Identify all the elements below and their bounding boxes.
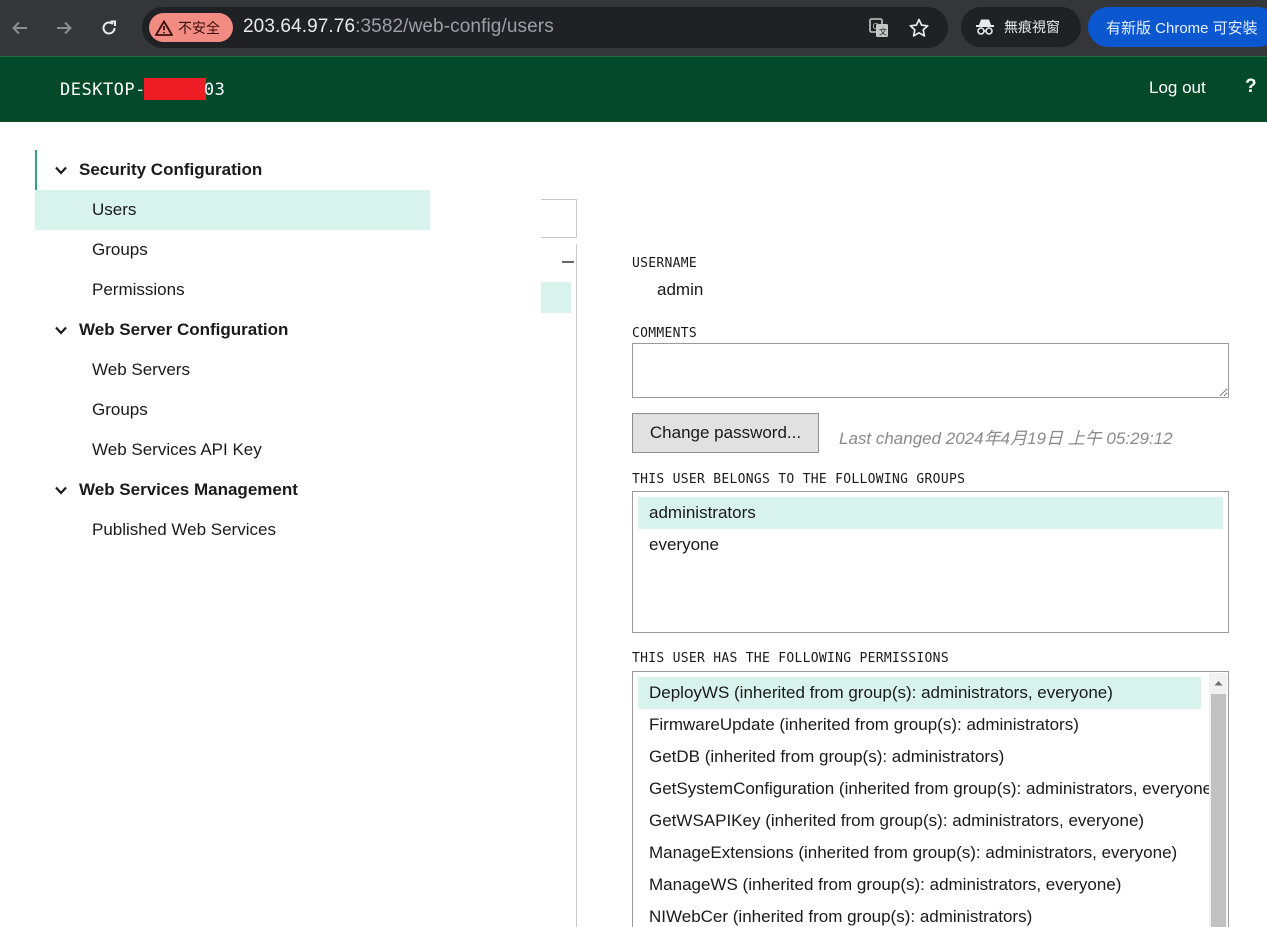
permission-item[interactable]: GetSystemConfiguration (inherited from g… — [638, 773, 1218, 805]
sidebar-item-web-servers[interactable]: Web Servers — [35, 350, 430, 390]
svg-text:G: G — [873, 22, 879, 31]
back-button[interactable] — [5, 13, 35, 43]
sidebar-item-web-services-api-key[interactable]: Web Services API Key — [35, 430, 430, 470]
warning-icon — [155, 19, 173, 36]
username-label: USERNAME — [632, 256, 698, 271]
redaction-bar — [143, 78, 206, 100]
host-suffix: 03 — [203, 80, 226, 100]
section-title: Web Server Configuration — [79, 320, 289, 339]
group-item-administrators[interactable]: administrators — [638, 497, 1223, 529]
section-title: Security Configuration — [79, 160, 263, 179]
reload-button[interactable] — [94, 13, 124, 43]
username-value: admin — [657, 280, 704, 299]
chevron-down-icon — [55, 486, 79, 495]
arrow-left-icon — [12, 21, 27, 35]
arrow-right-icon — [57, 21, 72, 35]
chevron-down-icon — [55, 326, 79, 335]
group-item-everyone[interactable]: everyone — [638, 529, 1223, 561]
permissions-scrollbar[interactable] — [1209, 673, 1227, 927]
remove-user-icon[interactable] — [562, 261, 574, 263]
sidebar-item-users[interactable]: Users — [35, 190, 430, 230]
chrome-update-button[interactable]: 有新版 Chrome 可安裝 — [1088, 7, 1267, 47]
user-search-input[interactable] — [541, 199, 577, 238]
url-path: :3582/web-config/users — [355, 16, 554, 37]
bookmark-button[interactable] — [907, 16, 931, 40]
host-name: DESKTOP- 03 — [60, 78, 225, 100]
not-secure-chip[interactable]: 不安全 — [149, 13, 233, 42]
translate-icon: G文 — [869, 18, 888, 37]
permission-item[interactable]: GetDB (inherited from group(s): administ… — [638, 741, 1201, 773]
permission-item[interactable]: DeployWS (inherited from group(s): admin… — [638, 677, 1201, 709]
comments-label: COMMENTS — [632, 326, 698, 341]
help-button[interactable]: ? — [1245, 76, 1257, 98]
incognito-icon — [976, 19, 994, 35]
url-text[interactable]: 203.64.97.76:3582/web-config/users — [243, 16, 554, 38]
permission-item[interactable]: GetWSAPIKey (inherited from group(s): ad… — [638, 805, 1201, 837]
translate-button[interactable]: G文 — [867, 16, 891, 40]
star-icon — [909, 18, 929, 37]
reload-icon — [102, 20, 116, 35]
active-section-accent — [35, 150, 37, 190]
comments-field[interactable] — [632, 343, 1229, 398]
selected-user-row[interactable] — [541, 282, 571, 313]
sidebar-item-security-groups[interactable]: Groups — [35, 230, 430, 270]
address-bar[interactable]: 不安全 203.64.97.76:3582/web-config/users G… — [142, 7, 948, 48]
sidebar-nav: Security Configuration Users Groups Perm… — [35, 150, 430, 550]
not-secure-label: 不安全 — [178, 19, 220, 36]
permission-item[interactable]: ManageWS (inherited from group(s): admin… — [638, 869, 1201, 901]
permission-item[interactable]: FirmwareUpdate (inherited from group(s):… — [638, 709, 1201, 741]
logout-link[interactable]: Log out — [1149, 78, 1206, 98]
app-header: DESKTOP- 03 Log out ? — [0, 56, 1267, 122]
browser-toolbar: 不安全 203.64.97.76:3582/web-config/users G… — [0, 0, 1267, 56]
sidebar-item-server-groups[interactable]: Groups — [35, 390, 430, 430]
panel-divider — [576, 244, 577, 927]
scroll-up-arrow-icon[interactable] — [1209, 673, 1227, 693]
last-changed-text: Last changed 2024年4月19日 上午 05:29:12 — [839, 429, 1173, 448]
chevron-down-icon — [55, 166, 79, 175]
sidebar-item-permissions[interactable]: Permissions — [35, 270, 430, 310]
change-password-button[interactable]: Change password... — [632, 413, 819, 453]
permission-item[interactable]: ManageExtensions (inherited from group(s… — [638, 837, 1201, 869]
scrollbar-thumb[interactable] — [1211, 694, 1226, 927]
permission-item[interactable]: NIWebCer (inherited from group(s): admin… — [638, 901, 1201, 927]
section-title: Web Services Management — [79, 480, 298, 499]
permissions-listbox[interactable]: DeployWS (inherited from group(s): admin… — [632, 671, 1229, 927]
sidebar-item-published-web-services[interactable]: Published Web Services — [35, 510, 430, 550]
chrome-update-label: 有新版 Chrome 可安裝 — [1106, 19, 1258, 37]
permissions-label: THIS USER HAS THE FOLLOWING PERMISSIONS — [632, 651, 949, 666]
forward-button[interactable] — [49, 13, 79, 43]
section-web-server-configuration[interactable]: Web Server Configuration — [35, 310, 430, 350]
section-web-services-management[interactable]: Web Services Management — [35, 470, 430, 510]
host-prefix: DESKTOP- — [60, 80, 146, 100]
svg-text:文: 文 — [879, 27, 887, 37]
url-host: 203.64.97.76 — [243, 16, 356, 37]
incognito-indicator[interactable]: 無痕視窗 — [961, 7, 1081, 47]
section-security-configuration[interactable]: Security Configuration — [35, 150, 430, 190]
groups-label: THIS USER BELONGS TO THE FOLLOWING GROUP… — [632, 472, 966, 487]
incognito-label: 無痕視窗 — [1004, 19, 1060, 35]
groups-listbox[interactable]: administrators everyone — [632, 491, 1229, 633]
